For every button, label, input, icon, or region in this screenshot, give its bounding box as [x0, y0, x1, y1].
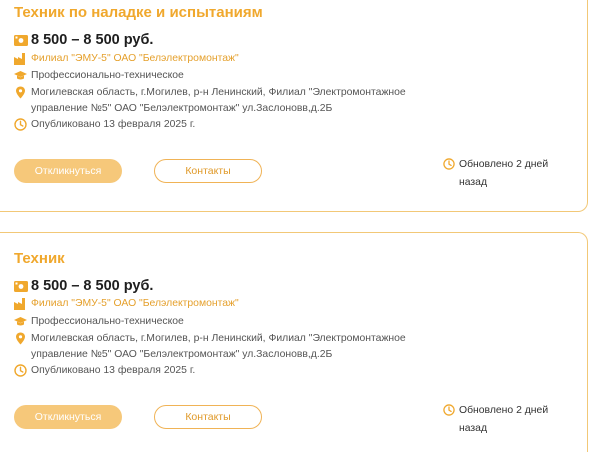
address-row: Могилевская область, г.Могилев, р-н Лени… — [14, 331, 406, 363]
vacancy-title[interactable]: Техник — [14, 250, 65, 267]
education: Профессионально-техническое — [31, 316, 184, 327]
contacts-button[interactable]: Контакты — [154, 405, 262, 429]
clock-icon — [14, 364, 27, 377]
updated-text: Обновлено 2 дней назад — [459, 405, 549, 434]
factory-icon — [14, 52, 27, 65]
company-link[interactable]: Филиал "ЭМУ-5" ОАО "Белэлектромонтаж" — [31, 51, 239, 67]
factory-icon — [14, 297, 27, 310]
company-row: Филиал "ЭМУ-5" ОАО "Белэлектромонтаж" — [14, 51, 239, 67]
published-date: Опубликовано 13 февраля 2025 г. — [31, 119, 196, 130]
location-pin-icon — [14, 332, 27, 345]
apply-button[interactable]: Откликнуться — [14, 405, 122, 429]
salary-row: 8 500 – 8 500 руб. — [14, 31, 153, 49]
vacancy-title[interactable]: Техник по наладке и испытаниям — [14, 4, 263, 21]
vacancy-card: Техник по наладке и испытаниям 8 500 – 8… — [0, 0, 590, 213]
updated-info: Обновлено 2 дней назад — [443, 402, 559, 438]
company-row: Филиал "ЭМУ-5" ОАО "Белэлектромонтаж" — [14, 296, 239, 312]
salary: 8 500 – 8 500 руб. — [31, 278, 154, 294]
updated-text: Обновлено 2 дней назад — [459, 159, 549, 188]
vacancy-card: Техник 8 500 – 8 500 руб. Филиал "ЭМУ-5"… — [0, 232, 590, 452]
address-line-1: Могилевская область, г.Могилев, р-н Лени… — [31, 333, 406, 344]
address: Могилевская область, г.Могилев, р-н Лени… — [31, 85, 406, 117]
address-row: Могилевская область, г.Могилев, р-н Лени… — [14, 85, 406, 117]
money-icon — [14, 280, 28, 292]
published-row: Опубликовано 13 февраля 2025 г. — [14, 117, 195, 133]
clock-icon — [14, 118, 27, 131]
money-icon — [14, 34, 28, 46]
clock-icon — [443, 158, 455, 170]
education: Профессионально-техническое — [31, 70, 184, 81]
education-row: Профессионально-техническое — [14, 314, 184, 330]
location-pin-icon — [14, 86, 27, 99]
contacts-button[interactable]: Контакты — [154, 159, 262, 183]
clock-icon — [443, 404, 455, 416]
address-line-2: управление №5" ОАО "Белэлектромонтаж" ул… — [31, 349, 333, 360]
published-row: Опубликовано 13 февраля 2025 г. — [14, 363, 195, 379]
published-date: Опубликовано 13 февраля 2025 г. — [31, 365, 196, 376]
address-line-2: управление №5" ОАО "Белэлектромонтаж" ул… — [31, 103, 333, 114]
graduation-cap-icon — [14, 69, 27, 82]
company-link[interactable]: Филиал "ЭМУ-5" ОАО "Белэлектромонтаж" — [31, 296, 239, 312]
updated-info: Обновлено 2 дней назад — [443, 156, 559, 192]
salary: 8 500 – 8 500 руб. — [31, 32, 154, 48]
education-row: Профессионально-техническое — [14, 68, 184, 84]
address: Могилевская область, г.Могилев, р-н Лени… — [31, 331, 406, 363]
address-line-1: Могилевская область, г.Могилев, р-н Лени… — [31, 87, 406, 98]
apply-button[interactable]: Откликнуться — [14, 159, 122, 183]
graduation-cap-icon — [14, 315, 27, 328]
salary-row: 8 500 – 8 500 руб. — [14, 277, 153, 295]
